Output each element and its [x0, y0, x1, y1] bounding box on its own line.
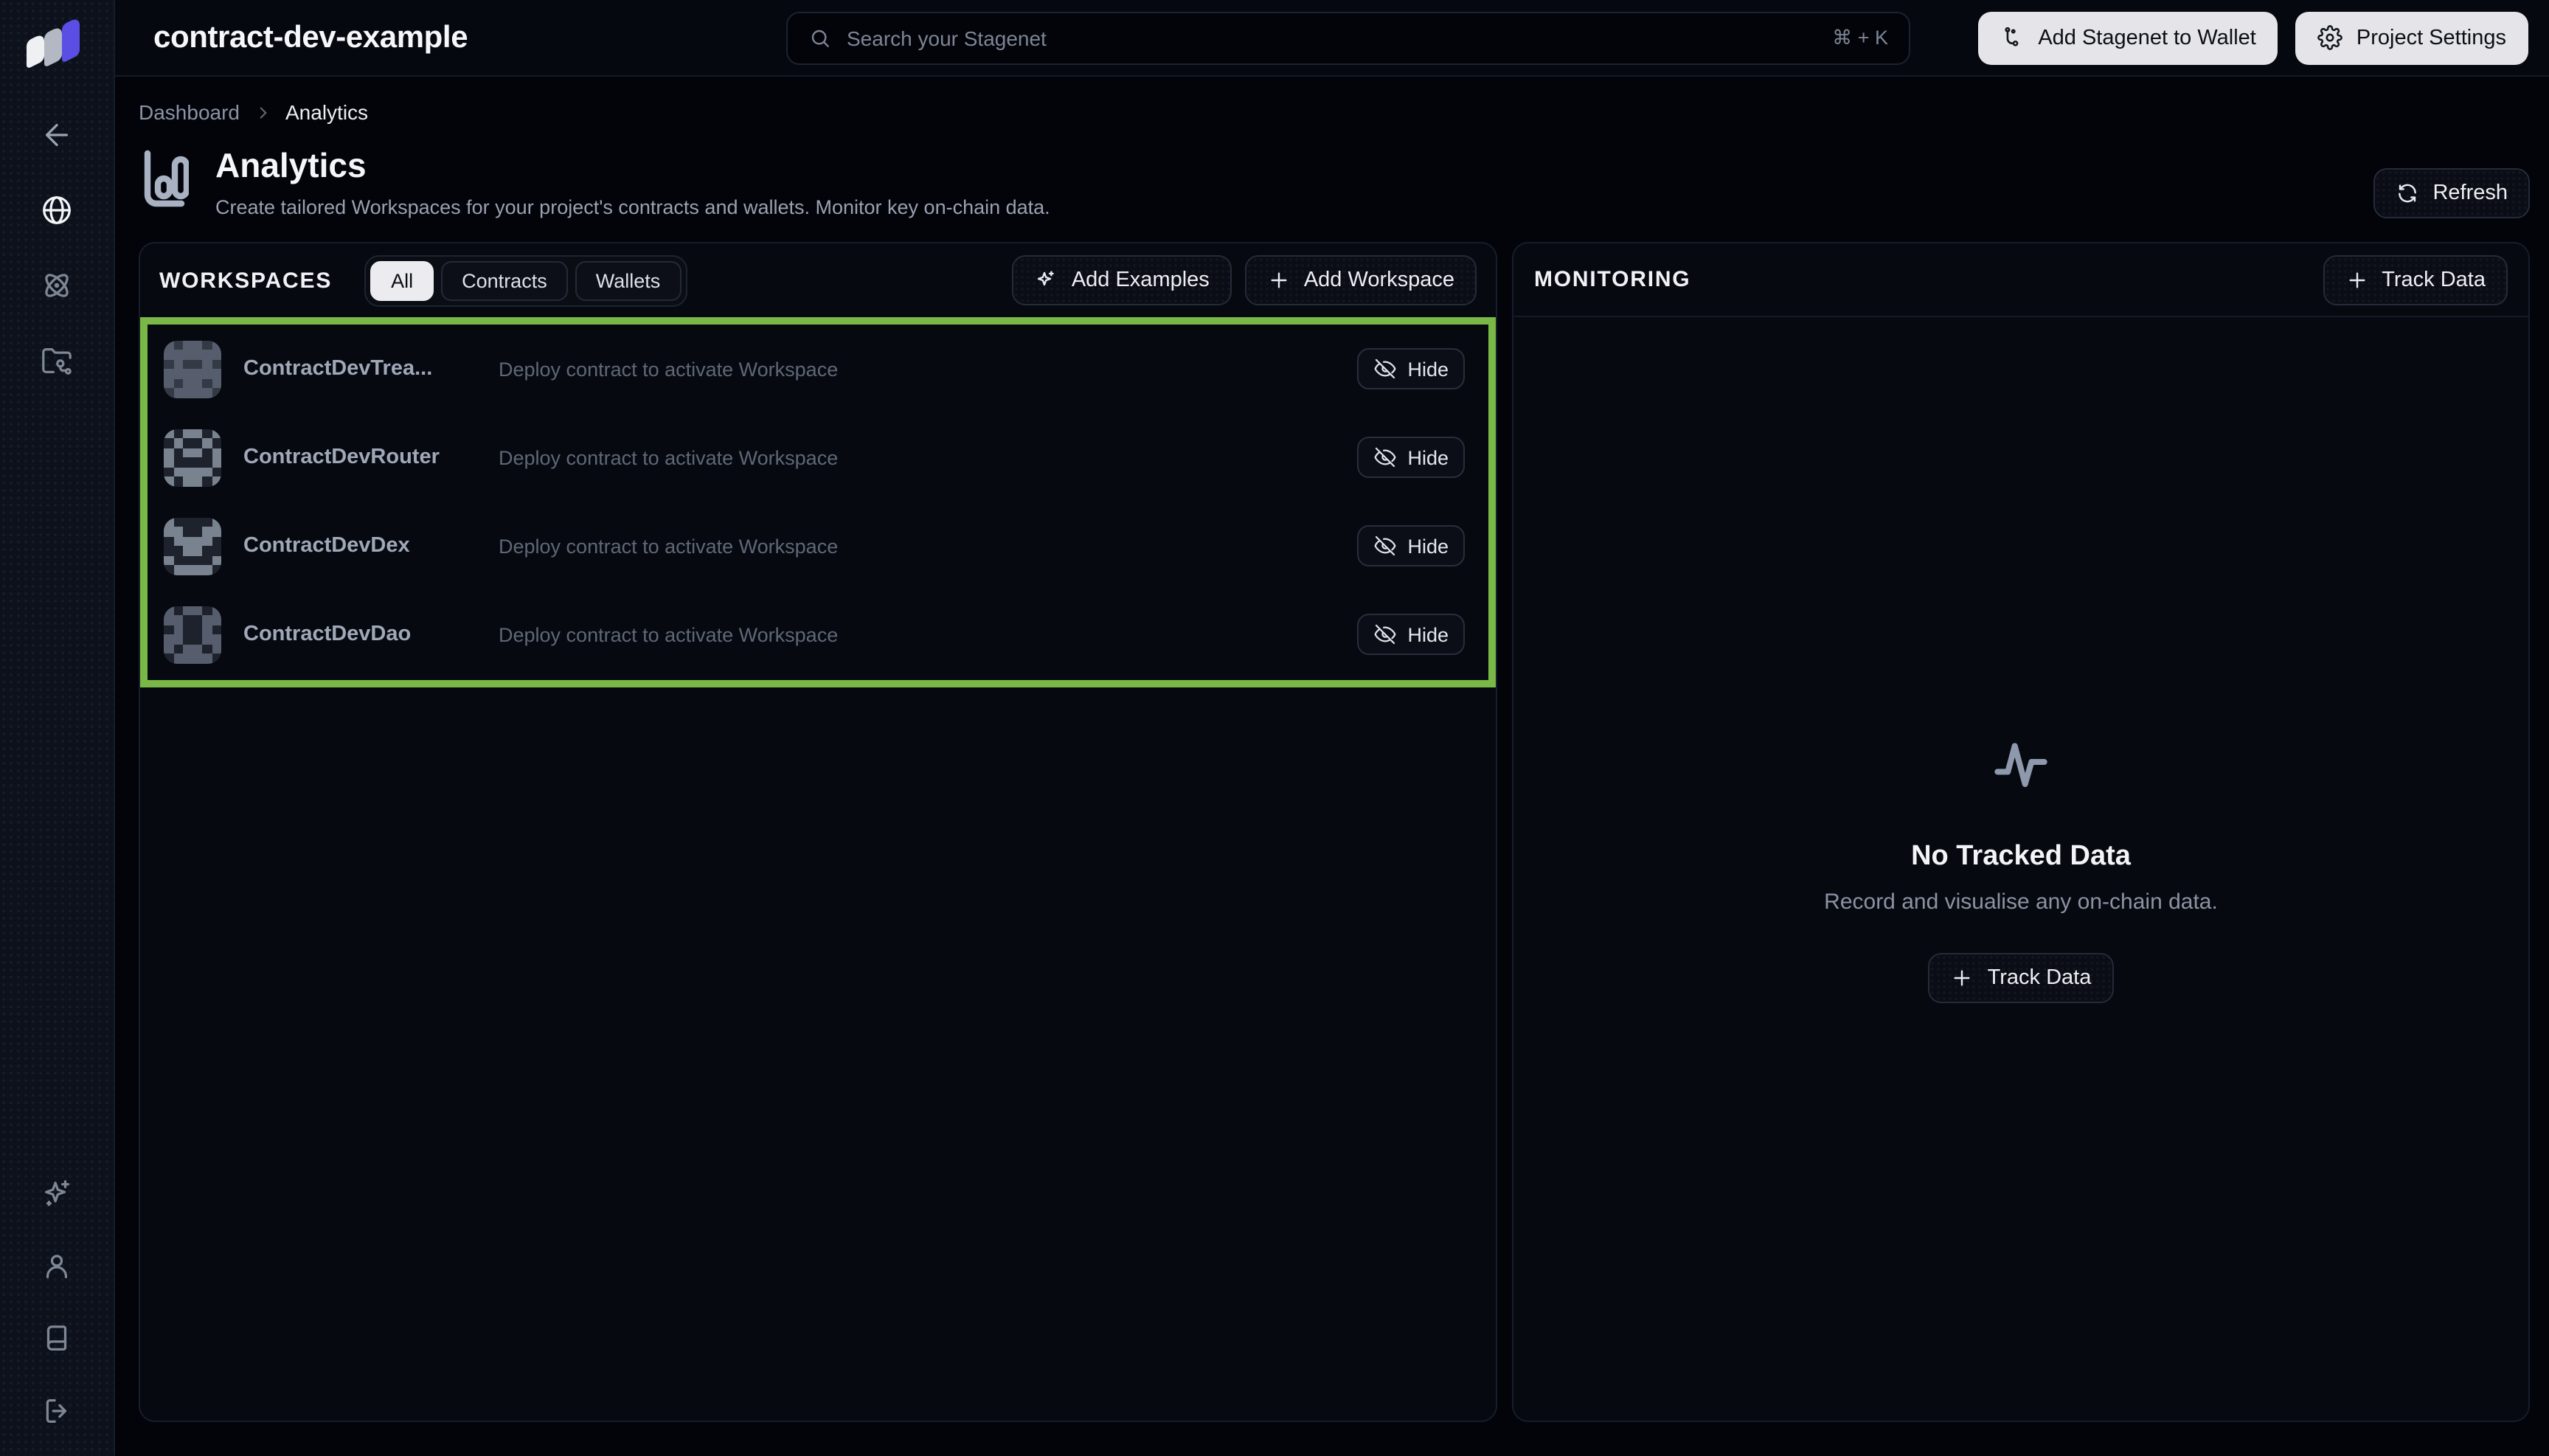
workspace-name: ContractDevDex [243, 534, 410, 558]
back-arrow-icon[interactable] [32, 109, 82, 159]
plus-icon [1955, 969, 1971, 985]
monitoring-section-title: MONITORING [1534, 267, 1691, 292]
plus-icon [1271, 272, 1287, 288]
page-title: Analytics [215, 146, 367, 184]
breadcrumb: Dashboard Analytics [139, 100, 2530, 124]
workspace-name: ContractDevRouter [243, 446, 440, 469]
workspace-name: ContractDevTrea... [243, 357, 433, 381]
workspace-filter-segmented-control: All Contracts Wallets [364, 254, 687, 306]
filter-contracts[interactable]: Contracts [441, 260, 568, 300]
workspace-row-contractdevrouter[interactable]: ContractDevRouter Deploy contract to act… [148, 413, 1488, 502]
hide-button[interactable]: Hide [1357, 525, 1465, 566]
logout-icon[interactable] [32, 1385, 82, 1435]
eye-off-icon [1375, 535, 1396, 556]
topbar-actions: Add Stagenet to Wallet Project Settings [1977, 11, 2528, 64]
workspaces-section-title: WORKSPACES [159, 268, 333, 293]
panels-row: WORKSPACES All Contracts Wallets Add Exa… [139, 242, 2530, 1422]
top-bar: contract-dev-example ⌘ + K Add Stagenet … [115, 0, 2549, 77]
track-data-button[interactable]: Track Data [2323, 254, 2508, 305]
monitoring-panel: MONITORING Track Data No Tracked Data Re… [1512, 242, 2530, 1422]
filter-wallets[interactable]: Wallets [575, 260, 682, 300]
workspace-description: Deploy contract to activate Workspace [499, 446, 839, 468]
sparkles-icon [1038, 271, 1055, 286]
add-workspace-button[interactable]: Add Workspace [1244, 255, 1477, 305]
search-bar[interactable]: ⌘ + K [786, 12, 1910, 65]
sparkles-icon[interactable] [32, 1168, 82, 1218]
sidebar-bottom-nav [32, 1168, 82, 1435]
workspace-identicon [164, 340, 221, 398]
workspace-description: Deploy contract to activate Workspace [499, 358, 839, 380]
workspaces-panel: WORKSPACES All Contracts Wallets Add Exa… [139, 242, 1497, 1422]
eye-off-icon [1375, 358, 1396, 379]
add-examples-button[interactable]: Add Examples [1012, 255, 1232, 305]
sidebar [0, 0, 115, 1456]
workspace-row-contractdevdao[interactable]: ContractDevDao Deploy contract to activa… [148, 590, 1488, 679]
track-data-cta-button[interactable]: Track Data [1928, 952, 2114, 1002]
workspace-identicon [164, 606, 221, 663]
empty-state-title: No Tracked Data [1911, 840, 2131, 871]
workspace-description: Deploy contract to activate Workspace [499, 623, 839, 645]
workspace-row-contractdevdex[interactable]: ContractDevDex Deploy contract to activa… [148, 502, 1488, 590]
search-input[interactable] [847, 27, 1818, 50]
analytics-bar-chart-icon [139, 146, 189, 218]
project-title: contract-dev-example [153, 20, 468, 54]
main-column: contract-dev-example ⌘ + K Add Stagenet … [115, 0, 2549, 1456]
page-subtitle: Create tailored Workspaces for your proj… [215, 196, 1050, 218]
add-stagenet-to-wallet-button[interactable]: Add Stagenet to Wallet [1977, 11, 2278, 64]
workspace-row-contractdevtrea[interactable]: ContractDevTrea... Deploy contract to ac… [148, 325, 1488, 413]
hide-button[interactable]: Hide [1357, 348, 1465, 389]
book-icon[interactable] [32, 1313, 82, 1363]
hide-button[interactable]: Hide [1357, 614, 1465, 655]
eye-off-icon [1375, 624, 1396, 645]
user-icon[interactable] [32, 1241, 82, 1291]
breadcrumb-analytics: Analytics [285, 100, 369, 124]
empty-state-description: Record and visualise any on-chain data. [1824, 889, 2218, 914]
refresh-icon [2399, 184, 2417, 203]
atom-icon[interactable] [32, 260, 82, 310]
workspace-identicon [164, 517, 221, 575]
monitoring-empty-state: No Tracked Data Record and visualise any… [1513, 317, 2528, 1421]
app-root: contract-dev-example ⌘ + K Add Stagenet … [0, 0, 2549, 1456]
breadcrumb-dashboard[interactable]: Dashboard [139, 100, 240, 124]
search-icon [811, 30, 829, 47]
activity-pulse-icon [1987, 735, 2055, 802]
gear-icon [2318, 25, 2343, 50]
filter-all[interactable]: All [370, 260, 434, 300]
search-shortcut: ⌘ + K [1832, 27, 1888, 49]
page-content: Dashboard Analytics Analytics Create tai… [115, 77, 2549, 1456]
chevron-right-icon [253, 103, 272, 122]
page-header: Analytics Create tailored Workspaces for… [139, 146, 2530, 218]
git-branch-icon [2004, 27, 2018, 46]
refresh-button[interactable]: Refresh [2373, 168, 2530, 218]
project-settings-button[interactable]: Project Settings [2295, 11, 2528, 64]
workspace-identicon [164, 429, 221, 486]
folder-git-icon[interactable] [32, 335, 82, 385]
workspaces-panel-header: WORKSPACES All Contracts Wallets Add Exa… [140, 243, 1496, 317]
globe-icon[interactable] [32, 184, 82, 235]
monitoring-panel-header: MONITORING Track Data [1513, 243, 2528, 317]
app-logo-icon[interactable] [23, 15, 91, 77]
workspace-list-highlight: ContractDevTrea... Deploy contract to ac… [140, 317, 1496, 687]
workspace-name: ContractDevDao [243, 623, 412, 646]
hide-button[interactable]: Hide [1357, 437, 1465, 478]
workspace-description: Deploy contract to activate Workspace [499, 535, 839, 557]
sidebar-nav [32, 109, 82, 385]
eye-off-icon [1375, 447, 1396, 468]
plus-icon [2348, 271, 2365, 288]
